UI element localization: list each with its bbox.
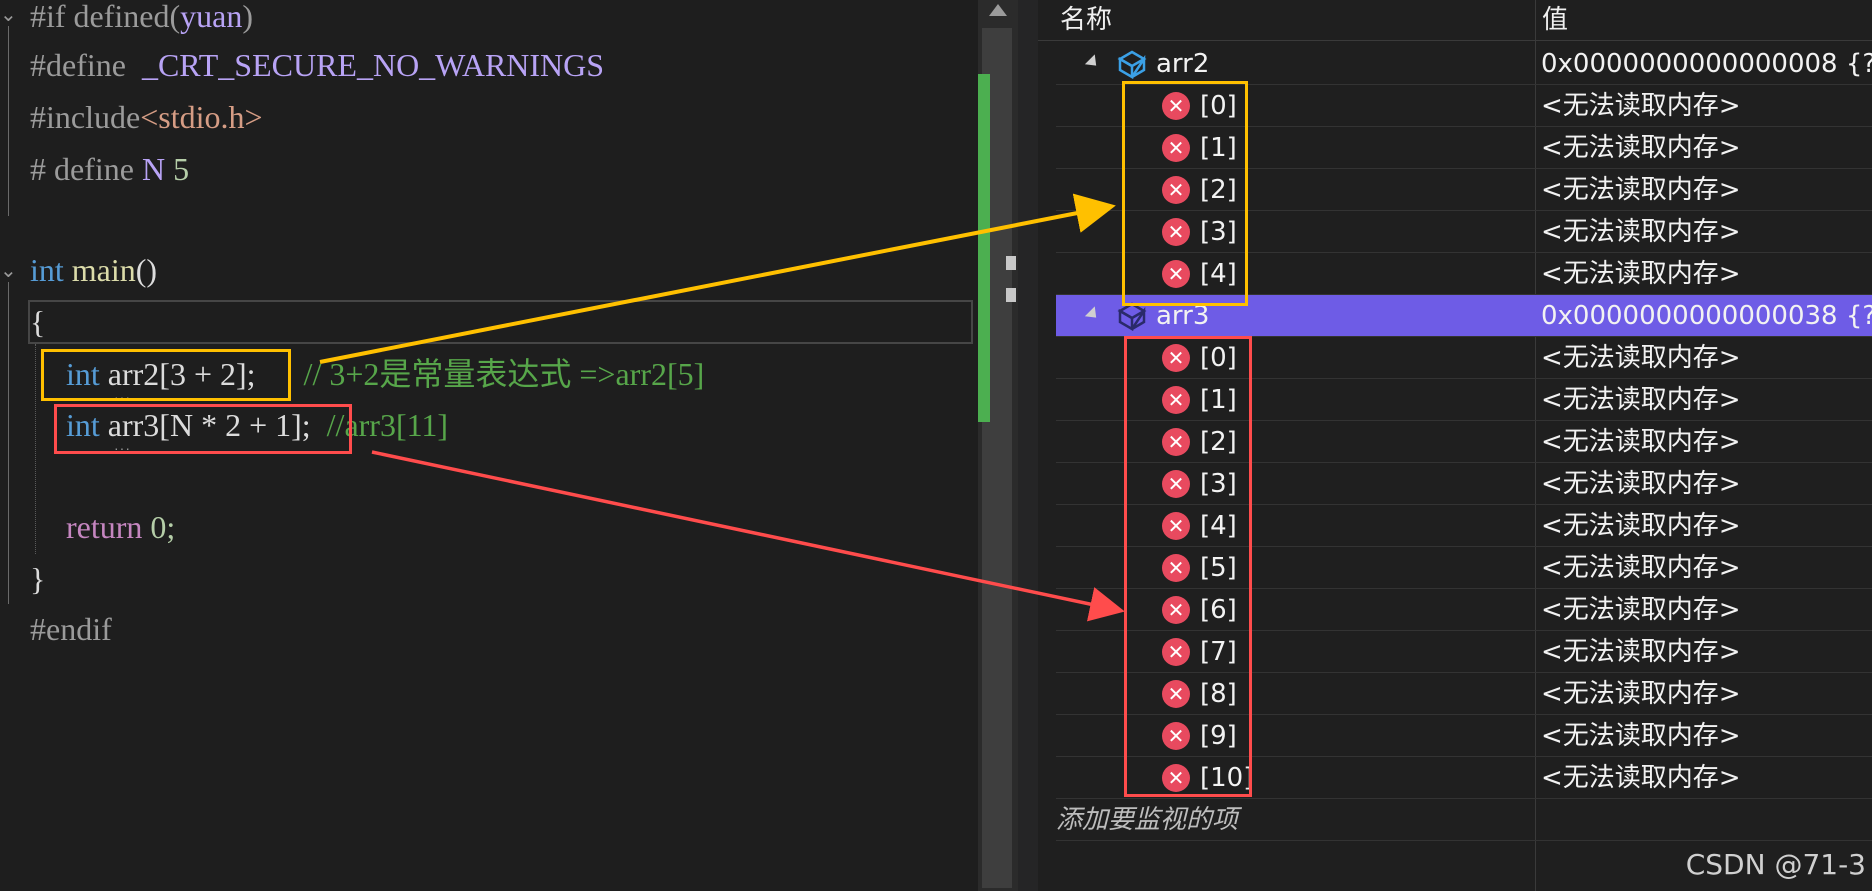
number-literal: 0; bbox=[150, 509, 176, 545]
macro-name: _CRT_SECURE_NO_WARNINGS bbox=[141, 47, 605, 83]
include-bracket: > bbox=[244, 99, 263, 135]
watch-panel[interactable]: 名称 值 arr2 0x0000000000000008 {?? ✕ [0] <… bbox=[1038, 0, 1872, 891]
annotation-box-arr2 bbox=[41, 349, 291, 401]
item-value: <无法读取内存> bbox=[1541, 721, 1741, 751]
code-line-define-n[interactable]: # define N 5 bbox=[30, 147, 189, 191]
item-value: <无法读取内存> bbox=[1541, 595, 1741, 625]
preprocessor-text: # define bbox=[30, 151, 134, 187]
code-line-if[interactable]: #if defined(yuan) bbox=[30, 0, 253, 38]
number-literal: 5 bbox=[173, 151, 190, 187]
item-value: <无法读取内存> bbox=[1541, 679, 1741, 709]
watermark: CSDN @71-3 bbox=[1685, 848, 1866, 881]
item-value: <无法读取内存> bbox=[1541, 343, 1741, 373]
code-comment: // 3+2是常量表达式 =>arr2[5] bbox=[303, 356, 705, 392]
include-header: stdio.h bbox=[158, 99, 245, 135]
item-value: <无法读取内存> bbox=[1541, 469, 1741, 499]
item-value: <无法读取内存> bbox=[1541, 427, 1741, 457]
scroll-marker bbox=[1006, 288, 1016, 302]
preprocessor-text: #endif bbox=[30, 611, 112, 647]
change-tracking-bar bbox=[978, 74, 990, 422]
code-line-main[interactable]: int main() bbox=[30, 248, 157, 292]
punctuation: () bbox=[135, 252, 158, 288]
annotation-box-arr2-items bbox=[1122, 81, 1248, 306]
watch-value: 0x0000000000000038 {?? bbox=[1541, 301, 1872, 331]
expander-triangle-icon[interactable] bbox=[1084, 306, 1102, 323]
item-value: <无法读取内存> bbox=[1541, 763, 1741, 793]
watch-row-arr2[interactable]: arr2 0x0000000000000008 {?? bbox=[1056, 43, 1872, 85]
item-value: <无法读取内存> bbox=[1541, 553, 1741, 583]
keyword: int bbox=[30, 252, 64, 288]
punctuation: { bbox=[30, 304, 46, 340]
code-editor[interactable]: ⌄ ⌄ #if defined(yuan) #define _CRT_SECUR… bbox=[0, 0, 980, 891]
code-line-return[interactable]: return 0; bbox=[66, 505, 175, 549]
annotation-box-arr3 bbox=[54, 404, 352, 454]
item-value: <无法读取内存> bbox=[1541, 133, 1741, 163]
fold-guide bbox=[8, 26, 9, 216]
object-icon bbox=[1117, 50, 1147, 79]
code-line-close-brace[interactable]: } bbox=[30, 557, 45, 601]
code-line-open-brace[interactable]: { bbox=[30, 300, 45, 344]
preprocessor-text: ) bbox=[242, 0, 254, 34]
fold-chevron-icon[interactable]: ⌄ bbox=[0, 258, 17, 282]
add-watch-row[interactable]: 添加要监视的项 bbox=[1056, 799, 1872, 841]
item-value: <无法读取内存> bbox=[1541, 259, 1741, 289]
watch-value: 0x0000000000000008 {?? bbox=[1541, 49, 1872, 79]
function-name: main bbox=[71, 252, 136, 288]
fold-guide bbox=[8, 282, 9, 604]
code-line-define[interactable]: #define _CRT_SECURE_NO_WARNINGS bbox=[30, 43, 604, 87]
preprocessor-text: #define bbox=[30, 47, 126, 83]
item-value: <无法读取内存> bbox=[1541, 511, 1741, 541]
expander-triangle-icon[interactable] bbox=[1084, 54, 1102, 71]
preprocessor-text: #include bbox=[30, 99, 141, 135]
preprocessor-text: #if defined( bbox=[30, 0, 181, 34]
include-bracket: < bbox=[140, 99, 159, 135]
macro-name: N bbox=[141, 151, 166, 187]
item-value: <无法读取内存> bbox=[1541, 385, 1741, 415]
panel-splitter[interactable] bbox=[1018, 0, 1038, 891]
keyword: return bbox=[66, 509, 143, 545]
add-watch-item[interactable]: 添加要监视的项 bbox=[1056, 799, 1872, 841]
punctuation: } bbox=[30, 561, 46, 597]
indent-guide bbox=[35, 344, 36, 554]
scroll-marker bbox=[1006, 256, 1016, 270]
watch-name: arr2 bbox=[1156, 49, 1210, 79]
macro-name: yuan bbox=[180, 0, 243, 34]
code-line-endif[interactable]: #endif bbox=[30, 607, 112, 651]
item-value: <无法读取内存> bbox=[1541, 217, 1741, 247]
column-header-name[interactable]: 名称 bbox=[1060, 0, 1112, 40]
annotation-box-arr3-items bbox=[1124, 336, 1252, 797]
item-value: <无法读取内存> bbox=[1541, 91, 1741, 121]
watch-header: 名称 值 bbox=[1038, 0, 1872, 41]
current-line-highlight bbox=[28, 300, 973, 344]
item-value: <无法读取内存> bbox=[1541, 637, 1741, 667]
item-value: <无法读取内存> bbox=[1541, 175, 1741, 205]
scroll-up-arrow-icon[interactable] bbox=[989, 4, 1007, 16]
code-line-include[interactable]: #include<stdio.h> bbox=[30, 95, 263, 139]
fold-chevron-icon[interactable]: ⌄ bbox=[0, 2, 17, 26]
column-header-value[interactable]: 值 bbox=[1542, 0, 1568, 40]
